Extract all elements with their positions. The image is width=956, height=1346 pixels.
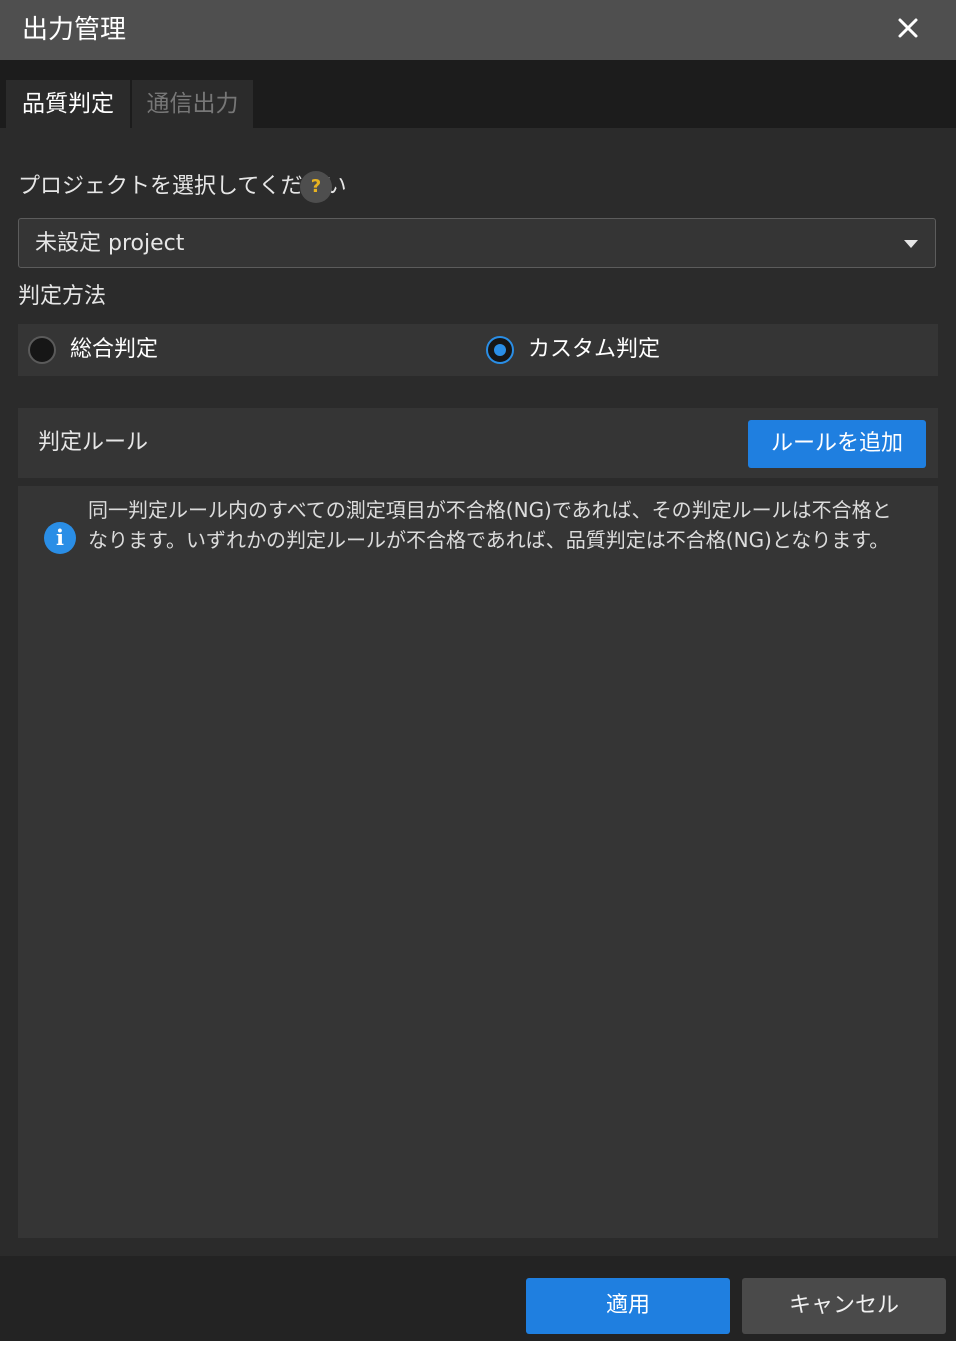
radio-overall-judgement-label: 総合判定	[70, 337, 159, 362]
info-icon: i	[44, 522, 76, 554]
apply-button[interactable]: 適用	[526, 1278, 730, 1334]
close-button[interactable]	[890, 10, 926, 46]
project-select-value: 未設定 project	[35, 231, 185, 256]
radio-unchecked-icon	[28, 336, 56, 364]
radio-overall-judgement[interactable]: 総合判定	[28, 336, 228, 364]
radio-checked-icon	[486, 336, 514, 364]
dialog-title: 出力管理	[22, 15, 127, 45]
rules-info-text: 同一判定ルール内のすべての測定項目が不合格(NG)であれば、その判定ルールは不合…	[88, 498, 892, 552]
judgement-rules-list	[18, 486, 938, 1238]
project-select-label: プロジェクトを選択してください	[18, 174, 347, 199]
project-select[interactable]: 未設定 project	[18, 218, 936, 268]
close-icon	[898, 18, 918, 38]
radio-custom-judgement[interactable]: カスタム判定	[486, 336, 706, 364]
tab-communication-output[interactable]: 通信出力	[132, 80, 253, 128]
tab-quality-judgement[interactable]: 品質判定	[6, 80, 130, 128]
title-bar	[0, 0, 956, 60]
judgement-method-label: 判定方法	[18, 284, 107, 309]
radio-custom-judgement-label: カスタム判定	[528, 337, 661, 362]
add-rule-button[interactable]: ルールを追加	[748, 420, 926, 468]
help-icon[interactable]: ?	[300, 171, 332, 203]
chevron-down-icon	[904, 240, 918, 248]
output-management-dialog: 出力管理 品質判定 通信出力 プロジェクトを選択してください ? 未設定 pro…	[0, 0, 956, 1341]
judgement-rules-title: 判定ルール	[38, 430, 149, 455]
cancel-button[interactable]: キャンセル	[742, 1278, 946, 1334]
